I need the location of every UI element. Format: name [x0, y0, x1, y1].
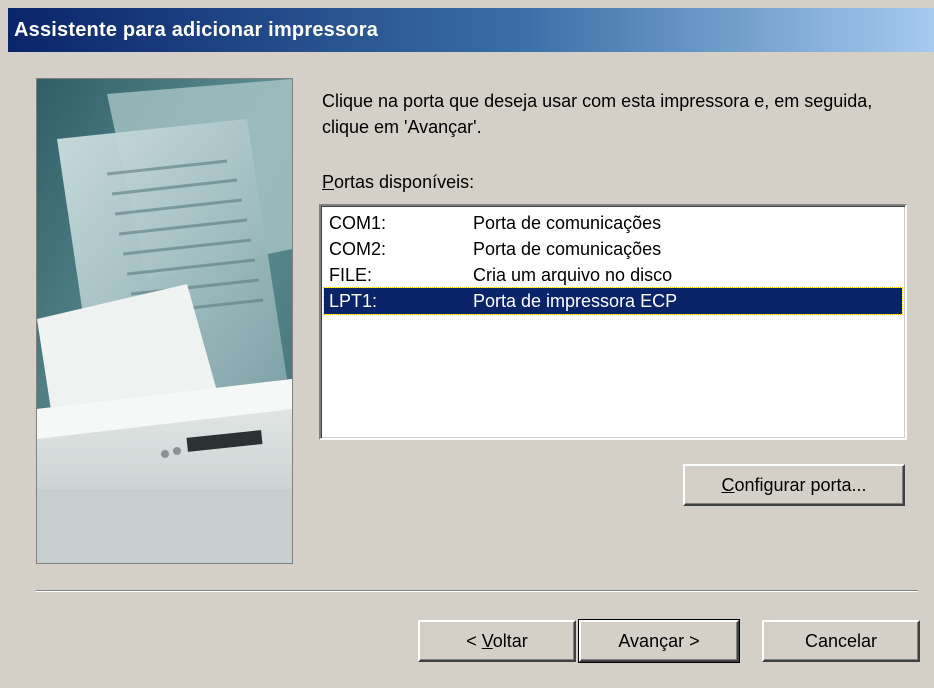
port-description: Cria um arquivo no disco [473, 265, 673, 285]
list-item-selected[interactable]: LPT1: Porta de impressora ECP [323, 287, 903, 315]
configure-label: onfigurar porta... [734, 475, 867, 495]
window-title: Assistente para adicionar impressora [14, 19, 379, 41]
instruction-text: Clique na porta que deseja usar com esta… [322, 91, 873, 137]
configure-port-button[interactable]: Configurar porta... [683, 464, 905, 506]
configure-accelerator: C [721, 475, 735, 495]
back-button[interactable]: < Voltar [418, 620, 576, 662]
list-item[interactable]: COM2: Porta de comunicações [324, 236, 902, 262]
ports-listbox[interactable]: COM1: Porta de comunicações COM2: Porta … [319, 204, 907, 440]
title-bar: Assistente para adicionar impressora [8, 8, 934, 52]
footer-separator [36, 590, 918, 592]
ports-label-accelerator: P [322, 172, 335, 192]
port-description: Porta de comunicações [473, 239, 662, 259]
back-label: oltar [492, 631, 528, 651]
cancel-button[interactable]: Cancelar [762, 620, 920, 662]
back-accelerator: V [481, 631, 493, 651]
next-button[interactable]: Avançar > [578, 619, 740, 663]
available-ports-label: Portas disponíveis: [322, 172, 474, 193]
next-label: Avançar > [618, 631, 700, 651]
port-name: LPT1: [329, 291, 378, 311]
add-printer-wizard-window: Assistente para adicionar impressora Cli… [0, 0, 934, 688]
list-item[interactable]: FILE: Cria um arquivo no disco [324, 262, 902, 288]
port-description: Porta de impressora ECP [473, 291, 678, 311]
printer-illustration-icon [36, 78, 293, 564]
back-prefix: < [466, 631, 482, 651]
port-name: COM2: [329, 239, 387, 259]
port-name: COM1: [329, 213, 387, 233]
port-description: Porta de comunicações [473, 213, 662, 233]
cancel-label: Cancelar [804, 631, 878, 651]
port-name: FILE: [329, 265, 373, 285]
list-item[interactable]: COM1: Porta de comunicações [324, 210, 902, 236]
ports-label-text: ortas disponíveis: [334, 172, 475, 192]
